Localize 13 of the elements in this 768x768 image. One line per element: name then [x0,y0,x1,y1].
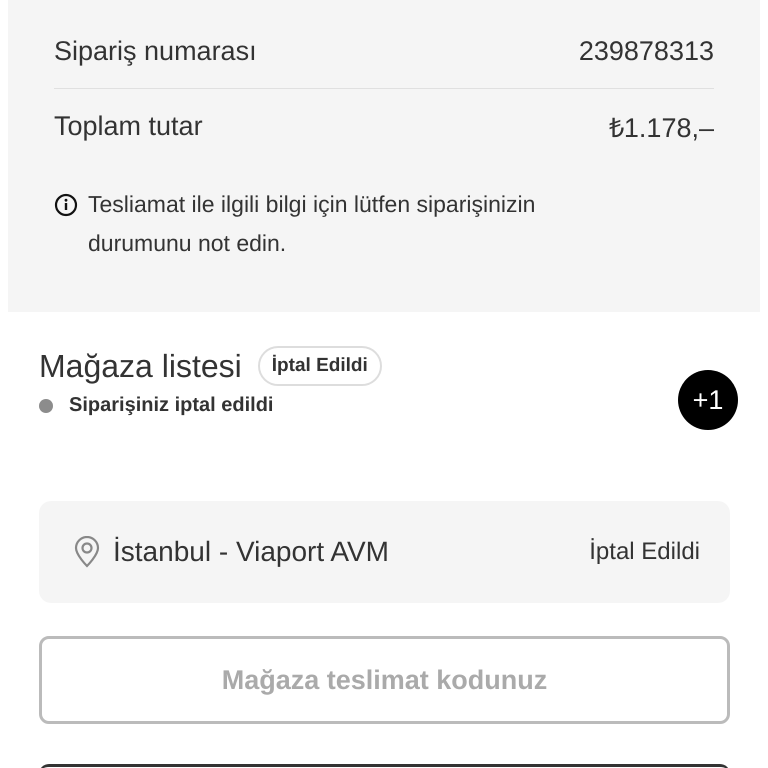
store-name: İstanbul - Viaport AVM [113,536,390,568]
status-text: Siparişiniz iptal edildi [69,394,274,417]
section-title: Mağaza listesi [39,348,242,384]
field-value: ₺1.178,– [608,112,714,144]
location-pin-icon [73,536,101,568]
field-label: Toplam tutar [54,110,203,142]
field-label: Sipariş numarası [54,36,257,66]
store-status: İptal Edildi [589,538,700,566]
info-text: Tesliamat ile ilgili bilgi için lütfen siparişinizin durumunu not edin. [88,190,536,258]
info-icon [54,193,78,217]
status-badge: İptal Edildi [258,346,382,386]
field-value: 239878313 [578,36,714,66]
count-badge[interactable]: +1 [678,370,738,430]
